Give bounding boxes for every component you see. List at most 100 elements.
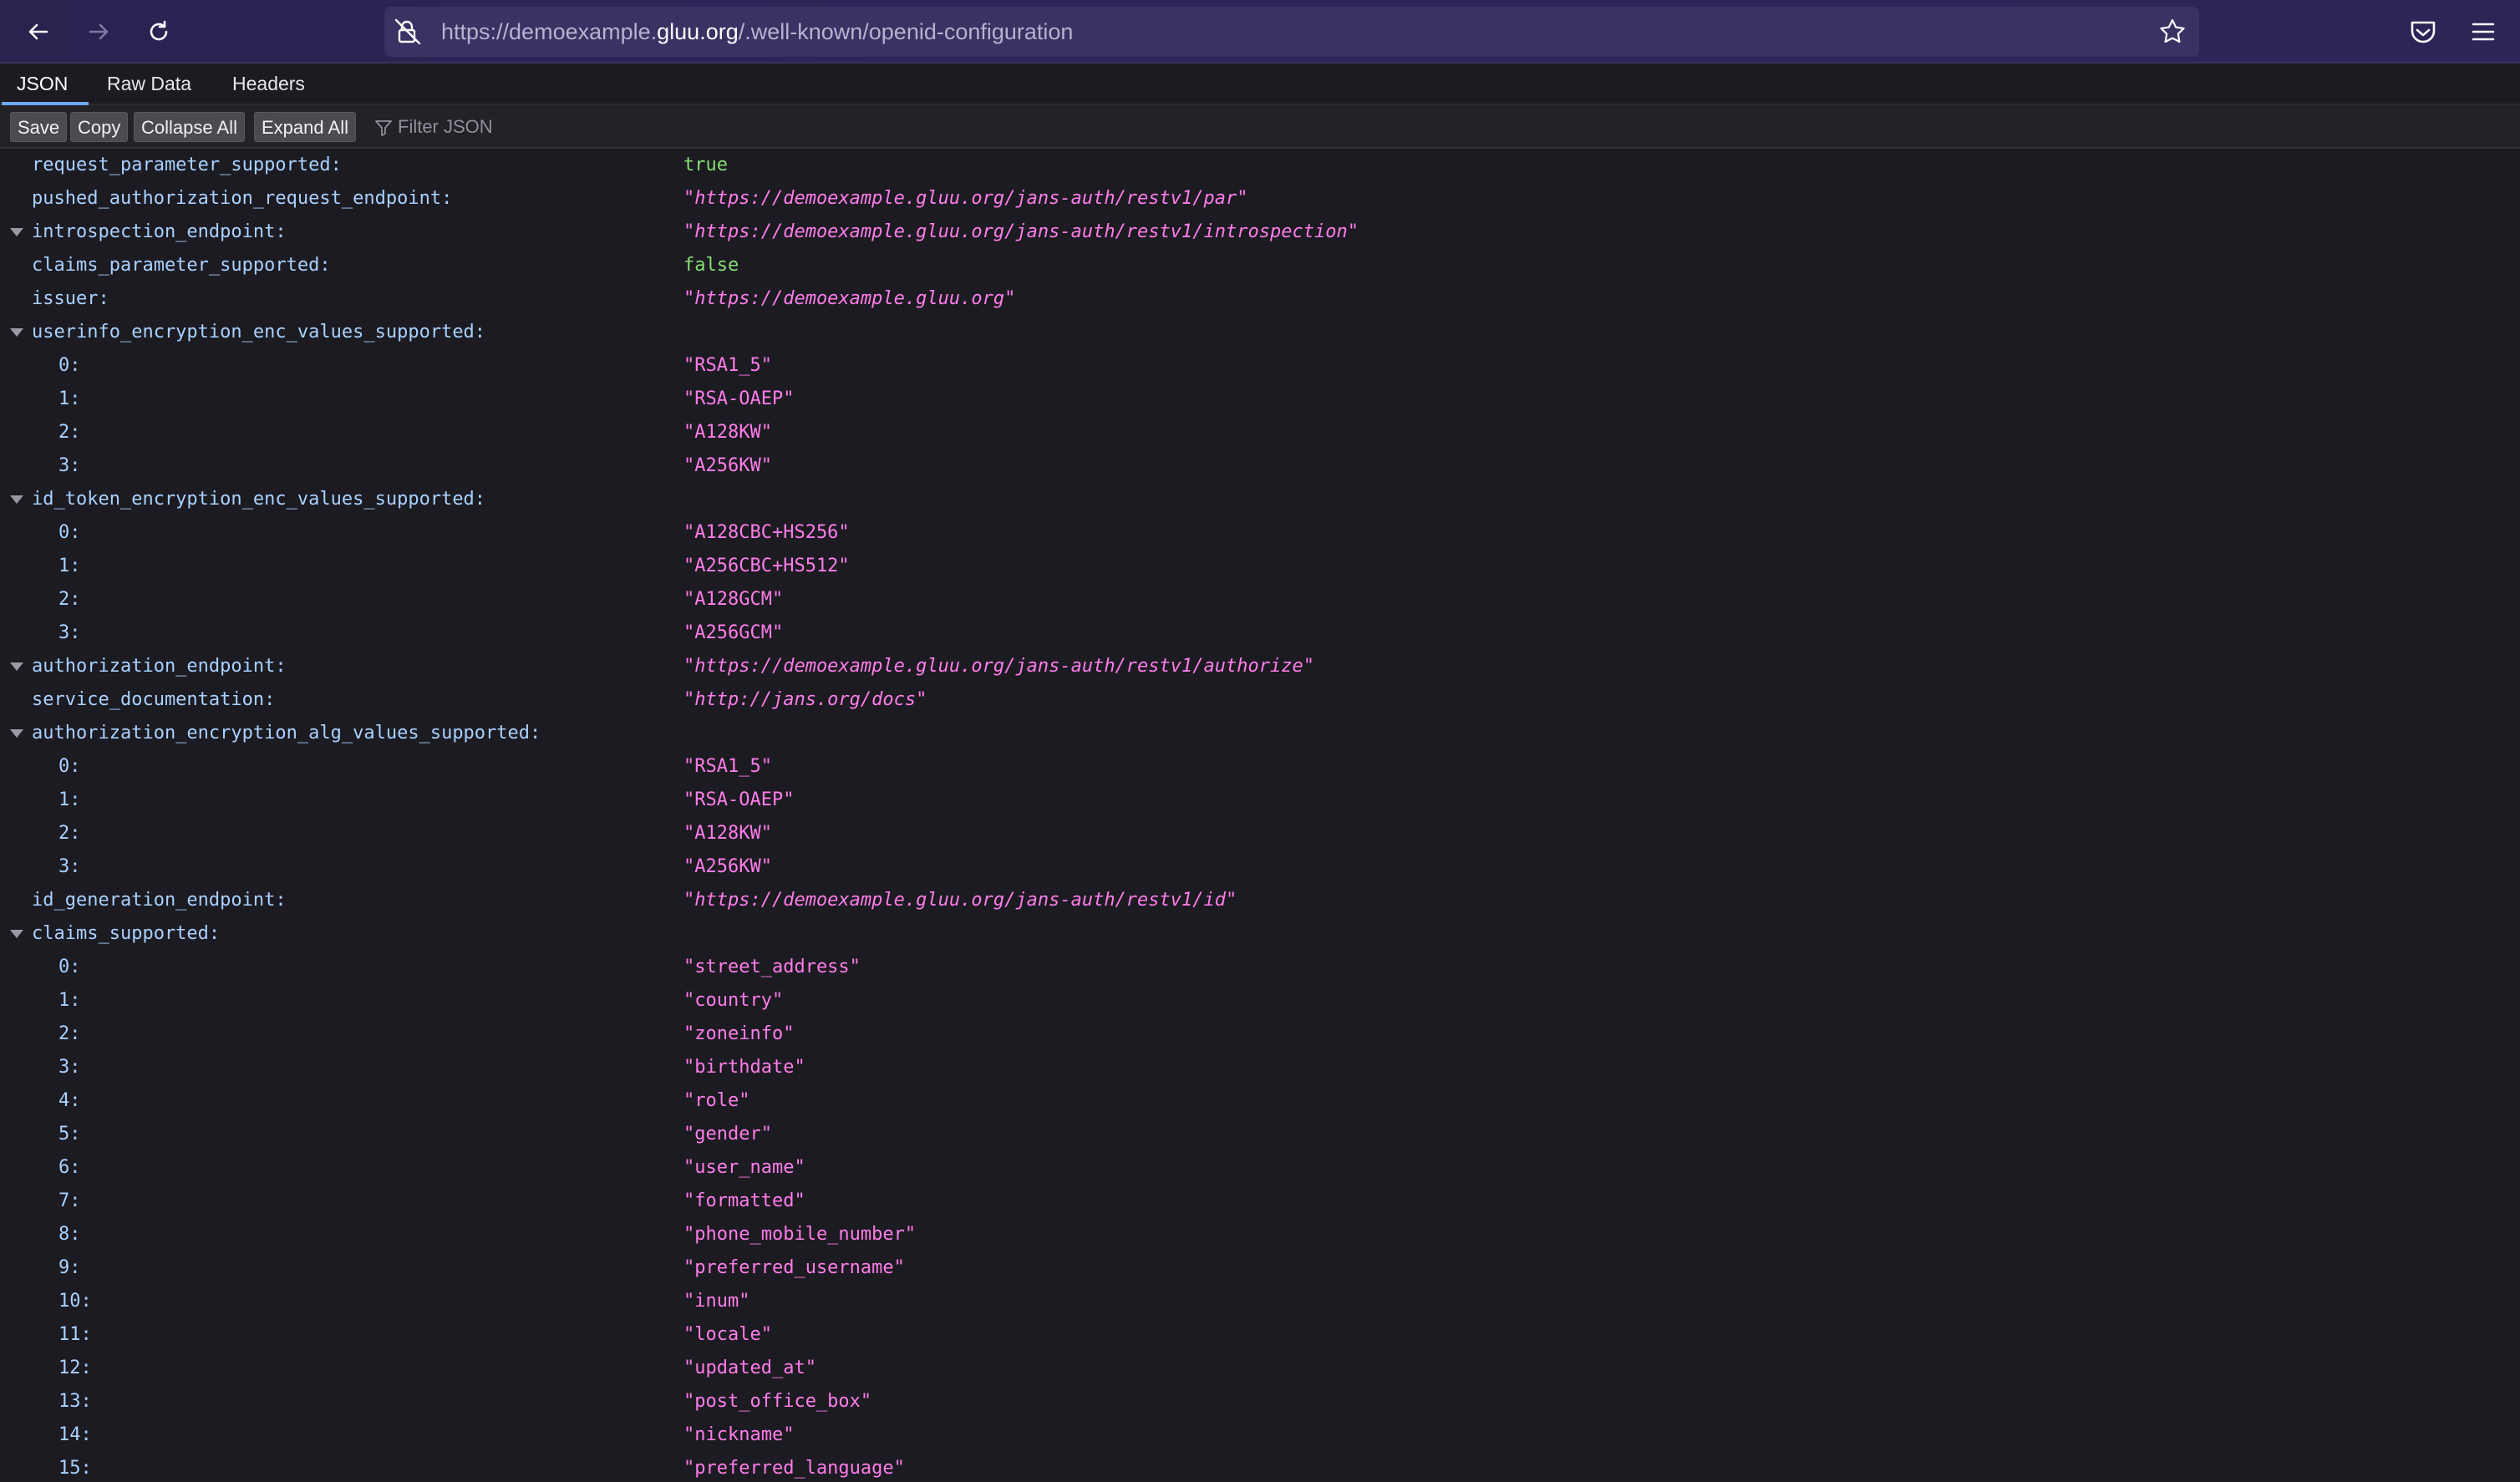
expand-all-button[interactable]: Expand All xyxy=(254,112,356,142)
json-key: introspection_endpoint: xyxy=(32,221,287,242)
pocket-icon[interactable] xyxy=(2406,15,2440,48)
json-key: issuer: xyxy=(32,288,109,309)
json-key: 0: xyxy=(58,957,81,977)
json-key: 7: xyxy=(58,1190,81,1211)
json-value: "http://jans.org/docs" xyxy=(683,689,927,710)
json-array-item-row: 1: "country" xyxy=(0,984,2520,1018)
json-array-item-row: 0: "RSA1_5" xyxy=(0,349,2520,383)
json-value: "A128KW" xyxy=(683,422,772,443)
json-property-row[interactable]: claims_supported: xyxy=(0,917,2520,951)
json-value: "A128CBC+HS256" xyxy=(683,522,850,543)
tab-json[interactable]: JSON xyxy=(2,63,89,105)
json-key: 1: xyxy=(58,556,81,576)
json-value: "birthdate" xyxy=(683,1057,805,1078)
json-value: "updated_at" xyxy=(683,1358,816,1378)
json-array-item-row: 1: "RSA-OAEP" xyxy=(0,383,2520,416)
json-array-item-row: 2: "A128KW" xyxy=(0,817,2520,850)
filter-placeholder: Filter JSON xyxy=(398,116,493,137)
json-property-row[interactable]: authorization_endpoint: "https://demoexam… xyxy=(0,650,2520,683)
json-value: "A128KW" xyxy=(683,823,772,844)
json-array-item-row: 1: "A256CBC+HS512" xyxy=(0,550,2520,583)
json-key: 2: xyxy=(58,823,81,844)
json-value: "https://demoexample.gluu.org/jans-auth/… xyxy=(683,221,1359,242)
json-value: "https://demoexample.gluu.org/jans-auth/… xyxy=(683,188,1248,209)
expand-triangle-icon[interactable] xyxy=(10,495,23,504)
json-key: 5: xyxy=(58,1124,81,1144)
json-value: "A128GCM" xyxy=(683,589,784,610)
expand-triangle-icon[interactable] xyxy=(10,662,23,671)
json-property-row: issuer: "https://demoexample.gluu.org" xyxy=(0,282,2520,316)
json-value: "phone_mobile_number" xyxy=(683,1224,917,1245)
url-host: gluu.org xyxy=(657,19,739,44)
json-key: 1: xyxy=(58,789,81,810)
json-key: pushed_authorization_request_endpoint: xyxy=(32,188,453,209)
json-key: 1: xyxy=(58,388,81,409)
json-key: id_generation_endpoint: xyxy=(32,890,287,911)
expand-triangle-icon[interactable] xyxy=(10,930,23,938)
expand-triangle-icon[interactable] xyxy=(10,228,23,236)
copy-button[interactable]: Copy xyxy=(70,112,129,142)
expand-triangle-icon[interactable] xyxy=(10,729,23,738)
reload-button[interactable] xyxy=(137,10,180,53)
json-tree: request_parameter_supported: true pushed_a… xyxy=(0,149,2520,1482)
json-property-row[interactable]: id_token_encryption_enc_values_supported… xyxy=(0,483,2520,516)
json-array-item-row: 13: "post_office_box" xyxy=(0,1385,2520,1419)
json-value: true xyxy=(683,155,728,175)
json-property-row[interactable]: authorization_encryption_alg_values_supp… xyxy=(0,717,2520,750)
json-key: 15: xyxy=(58,1458,92,1479)
json-value: "preferred_username" xyxy=(683,1257,905,1278)
json-key: 1: xyxy=(58,990,81,1011)
json-array-item-row: 15: "preferred_language" xyxy=(0,1452,2520,1482)
json-key: 6: xyxy=(58,1157,81,1178)
json-array-item-row: 7: "formatted" xyxy=(0,1185,2520,1218)
json-key: authorization_endpoint: xyxy=(32,656,287,677)
json-property-row: claims_parameter_supported: false xyxy=(0,249,2520,282)
url-bar[interactable]: https://demoexample.gluu.org/.well-known… xyxy=(384,7,2199,57)
json-array-item-row: 12: "updated_at" xyxy=(0,1352,2520,1385)
json-key: 2: xyxy=(58,422,81,443)
collapse-all-button[interactable]: Collapse All xyxy=(134,112,245,142)
json-value: "role" xyxy=(683,1090,750,1111)
back-button[interactable] xyxy=(17,10,60,53)
bookmark-star-icon[interactable] xyxy=(2157,17,2187,47)
filter-json-input[interactable]: Filter JSON xyxy=(374,112,493,142)
json-value: "RSA1_5" xyxy=(683,756,772,777)
tab-headers[interactable]: Headers xyxy=(217,63,320,105)
expand-triangle-icon[interactable] xyxy=(10,328,23,337)
json-array-item-row: 0: "RSA1_5" xyxy=(0,750,2520,784)
json-value: "https://demoexample.gluu.org/jans-auth/… xyxy=(683,656,1314,677)
json-property-row[interactable]: userinfo_encryption_enc_values_supported… xyxy=(0,316,2520,349)
save-button[interactable]: Save xyxy=(10,112,68,142)
arrow-right-icon xyxy=(89,23,109,40)
json-key: id_token_encryption_enc_values_supported… xyxy=(32,489,486,510)
json-value: "nickname" xyxy=(683,1424,795,1445)
json-key: authorization_encryption_alg_values_supp… xyxy=(32,723,541,744)
json-array-item-row: 2: "A128KW" xyxy=(0,416,2520,449)
json-value: "zoneinfo" xyxy=(683,1023,795,1044)
menu-icon[interactable] xyxy=(2467,15,2500,48)
json-value: "gender" xyxy=(683,1124,772,1144)
url-prefix: https://demoexample. xyxy=(441,19,658,44)
json-key: 3: xyxy=(58,1057,81,1078)
json-array-item-row: 3: "birthdate" xyxy=(0,1051,2520,1084)
json-value: "inum" xyxy=(683,1291,750,1312)
forward-button[interactable] xyxy=(77,10,120,53)
json-array-item-row: 3: "A256KW" xyxy=(0,449,2520,483)
url-path: /.well-known/openid-configuration xyxy=(738,19,1074,44)
json-action-bar: Save Copy Collapse All Expand All Filter… xyxy=(0,105,2520,149)
json-property-row[interactable]: introspection_endpoint: "https://demoexam… xyxy=(0,216,2520,249)
arrow-left-icon xyxy=(28,23,48,40)
json-array-item-row: 1: "RSA-OAEP" xyxy=(0,784,2520,817)
url-text[interactable]: https://demoexample.gluu.org/.well-known… xyxy=(441,7,1073,57)
json-key: claims_parameter_supported: xyxy=(32,255,331,276)
lock-icon[interactable] xyxy=(393,17,423,47)
json-key: claims_supported: xyxy=(32,923,221,944)
json-array-item-row: 14: "nickname" xyxy=(0,1419,2520,1452)
json-key: 2: xyxy=(58,589,81,610)
json-key: 10: xyxy=(58,1291,92,1312)
json-value: "RSA1_5" xyxy=(683,355,772,376)
tab-raw-data[interactable]: Raw Data xyxy=(92,63,206,105)
json-value: "A256KW" xyxy=(683,455,772,476)
json-array-item-row: 8: "phone_mobile_number" xyxy=(0,1218,2520,1251)
json-key: 13: xyxy=(58,1391,92,1412)
